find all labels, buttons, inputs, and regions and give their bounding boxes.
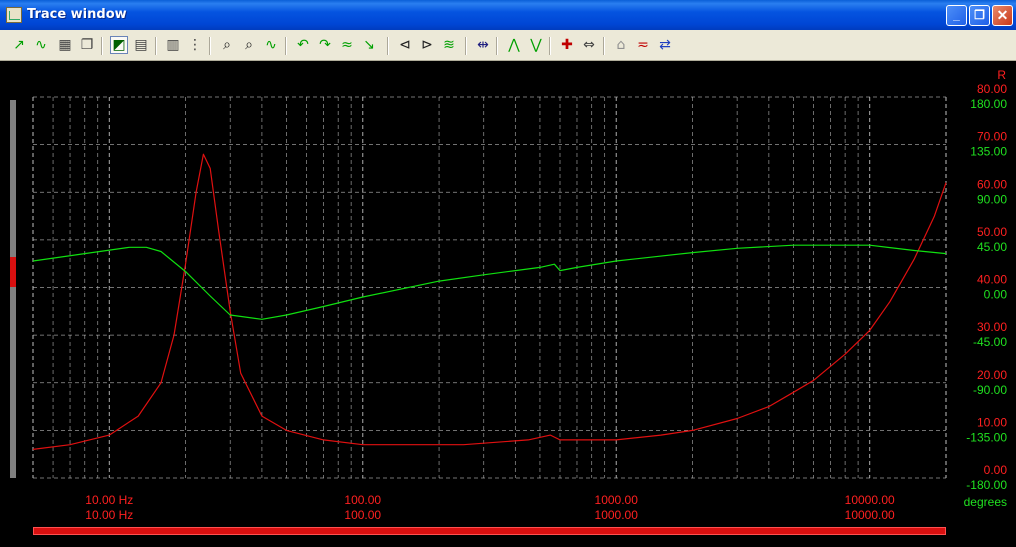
phase-tick-label: 45.00 (977, 240, 1007, 254)
trace-chart[interactable]: R80.00180.00 70.00135.00 60.0090.00 50.0045… (0, 61, 1016, 547)
valley-icon[interactable]: ⋁ (527, 36, 545, 54)
toolbar-separator (387, 37, 389, 55)
magnitude-tick-label: 20.00 (977, 368, 1007, 382)
marker-left-icon[interactable]: ⊲ (396, 36, 414, 54)
phase-tick-label: -90.00 (973, 383, 1007, 397)
toolbar-separator (603, 37, 605, 55)
x-tick-label-top: 10000.00 (845, 493, 895, 507)
normalize-icon[interactable]: ↘ (360, 36, 378, 54)
phase-unit-label: degrees (964, 495, 1007, 509)
toolbar-separator (465, 37, 467, 55)
phase-tick-label: 135.00 (970, 145, 1007, 159)
phase-trace (32, 244, 947, 320)
window-title: Trace window (27, 7, 127, 22)
undo-icon[interactable]: ↷ (316, 36, 334, 54)
auto-scale-icon[interactable]: ∿ (262, 36, 280, 54)
x-tick-label-bottom: 10.00 Hz (85, 508, 133, 522)
magnitude-tick-label: 50.00 (977, 225, 1007, 239)
toolbar-separator (209, 37, 211, 55)
average-icon[interactable]: ≈ (338, 36, 356, 54)
toolbar: ↗ ∿ ▦ ❐ ◩ ▤ ▥ ⋮ ⌕ ⌕ ∿ ↶ ↷ ≈ ↘ ⊲ ⊳ ≋ ⇹ ⋀ ⋁ ✚ ⇔ ⌂ ≂ ⇄ (0, 30, 1016, 61)
minimize-button[interactable]: _ (946, 5, 967, 26)
magnitude-trace (32, 153, 947, 450)
trace-view-icon[interactable]: ◩ (110, 36, 128, 54)
magnitude-tick-label: 10.00 (977, 415, 1007, 429)
title-bar[interactable]: Trace window _ ❐ ✕ (0, 0, 1016, 30)
x-tick-label-bottom: 10000.00 (845, 508, 895, 522)
phase-tick-label: -180.00 (966, 478, 1007, 492)
overlay-icon[interactable]: ⌂ (612, 36, 630, 54)
x-tick-label-top: 1000.00 (595, 493, 639, 507)
trace-options-icon[interactable]: ∿ (32, 36, 50, 54)
toolbar-separator (285, 37, 287, 55)
magnitude-tick-label: 0.00 (984, 463, 1008, 477)
phase-tick-label: 180.00 (970, 97, 1007, 111)
compare-icon[interactable]: ≂ (634, 36, 652, 54)
marker-right-icon[interactable]: ⊳ (418, 36, 436, 54)
cursor-move-icon[interactable]: ⇔ (580, 36, 598, 54)
toolbar-separator (101, 37, 103, 55)
magnitude-tick-label: 70.00 (977, 130, 1007, 144)
magnitude-tick-label: 40.00 (977, 273, 1007, 287)
toolbar-separator (155, 37, 157, 55)
settings-icon[interactable]: ⇄ (656, 36, 674, 54)
data-list-icon[interactable]: ⋮ (186, 36, 204, 54)
zoom-in-icon[interactable]: ⌕ (218, 36, 236, 54)
save-icon[interactable]: ▦ (56, 36, 74, 54)
magnitude-tick-label: 60.00 (977, 177, 1007, 191)
scale-icon[interactable]: ⇹ (474, 36, 492, 54)
fit-icon[interactable]: ≋ (440, 36, 458, 54)
x-tick-label-bottom: 100.00 (344, 508, 381, 522)
cursor-icon[interactable]: ✚ (558, 36, 576, 54)
close-button[interactable]: ✕ (992, 5, 1013, 26)
table-view-icon[interactable]: ▤ (132, 36, 150, 54)
copy-icon[interactable]: ❐ (78, 36, 96, 54)
x-tick-label-top: 10.00 Hz (85, 493, 133, 507)
maximize-button[interactable]: ❐ (969, 5, 990, 26)
phase-tick-label: 0.00 (984, 288, 1008, 302)
smooth-icon[interactable]: ↶ (294, 36, 312, 54)
x-tick-label-top: 100.00 (344, 493, 381, 507)
peak-icon[interactable]: ⋀ (505, 36, 523, 54)
zoom-out-icon[interactable]: ⌕ (240, 36, 258, 54)
phase-tick-label: 90.00 (977, 192, 1007, 206)
properties-icon[interactable]: ▥ (164, 36, 182, 54)
toolbar-separator (496, 37, 498, 55)
add-trace-icon[interactable]: ↗ (10, 36, 28, 54)
trace-app-icon[interactable] (6, 7, 22, 23)
phase-tick-label: -45.00 (973, 335, 1007, 349)
phase-tick-label: -135.00 (966, 430, 1007, 444)
right-axis-title: R (997, 68, 1006, 82)
magnitude-tick-label: 30.00 (977, 320, 1007, 334)
x-tick-label-bottom: 1000.00 (595, 508, 639, 522)
magnitude-tick-label: 80.00 (977, 82, 1007, 96)
toolbar-separator (549, 37, 551, 55)
